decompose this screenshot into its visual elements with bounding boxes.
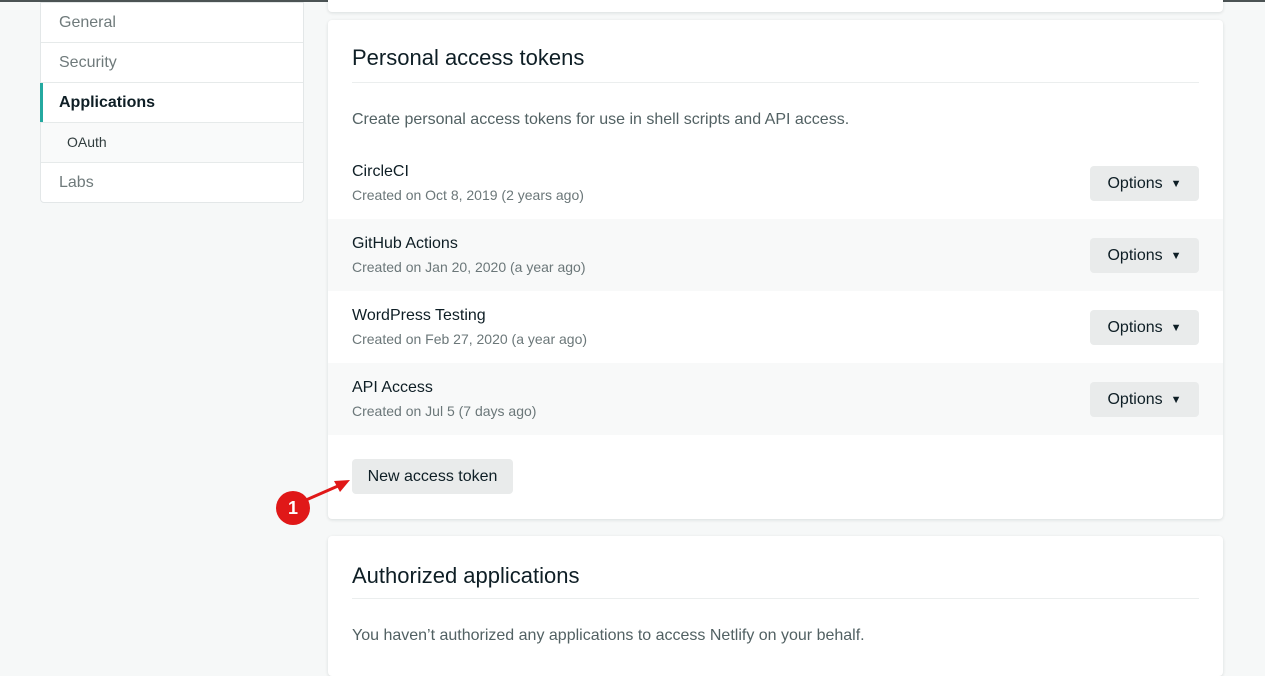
card-description: Create personal access tokens for use in… — [352, 111, 850, 128]
step-marker: 1 — [276, 491, 310, 525]
token-row: API Access Created on Jul 5 (7 days ago)… — [328, 363, 1223, 435]
settings-sidebar: General Security Applications OAuth Labs — [40, 2, 304, 203]
token-name: GitHub Actions — [352, 235, 458, 252]
options-button[interactable]: Options ▼ — [1090, 382, 1199, 417]
sidebar-item-labs[interactable]: Labs — [41, 162, 303, 202]
new-access-token-button[interactable]: New access token — [352, 459, 513, 494]
token-name: CircleCI — [352, 163, 409, 180]
token-name: API Access — [352, 379, 433, 396]
sidebar-item-applications[interactable]: Applications — [40, 82, 303, 122]
token-row: CircleCI Created on Oct 8, 2019 (2 years… — [328, 147, 1223, 219]
chevron-down-icon: ▼ — [1170, 178, 1182, 190]
token-row: GitHub Actions Created on Jan 20, 2020 (… — [328, 219, 1223, 291]
card-title: Authorized applications — [352, 563, 580, 588]
options-button[interactable]: Options ▼ — [1090, 310, 1199, 345]
options-label: Options — [1107, 390, 1163, 408]
chevron-down-icon: ▼ — [1170, 250, 1182, 262]
chevron-down-icon: ▼ — [1170, 322, 1182, 334]
sidebar-item-security[interactable]: Security — [41, 42, 303, 82]
sidebar-item-general[interactable]: General — [41, 3, 303, 42]
authorized-applications-card: Authorized applications You haven’t auth… — [328, 536, 1223, 676]
token-created-date: Created on Jul 5 (7 days ago) — [352, 403, 537, 419]
options-label: Options — [1107, 246, 1163, 264]
card-title: Personal access tokens — [352, 45, 585, 70]
options-label: Options — [1107, 318, 1163, 336]
options-button[interactable]: Options ▼ — [1090, 238, 1199, 273]
token-created-date: Created on Oct 8, 2019 (2 years ago) — [352, 187, 584, 203]
options-button[interactable]: Options ▼ — [1090, 166, 1199, 201]
options-label: Options — [1107, 174, 1163, 192]
token-row: WordPress Testing Created on Feb 27, 202… — [328, 291, 1223, 363]
card-description: You haven’t authorized any applications … — [352, 627, 865, 644]
chevron-down-icon: ▼ — [1170, 394, 1182, 406]
token-created-date: Created on Jan 20, 2020 (a year ago) — [352, 259, 586, 275]
token-created-date: Created on Feb 27, 2020 (a year ago) — [352, 331, 588, 347]
personal-access-tokens-card: Personal access tokens Create personal a… — [328, 20, 1223, 519]
token-name: WordPress Testing — [352, 307, 486, 324]
sidebar-item-oauth[interactable]: OAuth — [41, 122, 303, 162]
previous-card-bottom — [328, 0, 1223, 12]
divider — [352, 82, 1199, 83]
divider — [352, 598, 1199, 599]
